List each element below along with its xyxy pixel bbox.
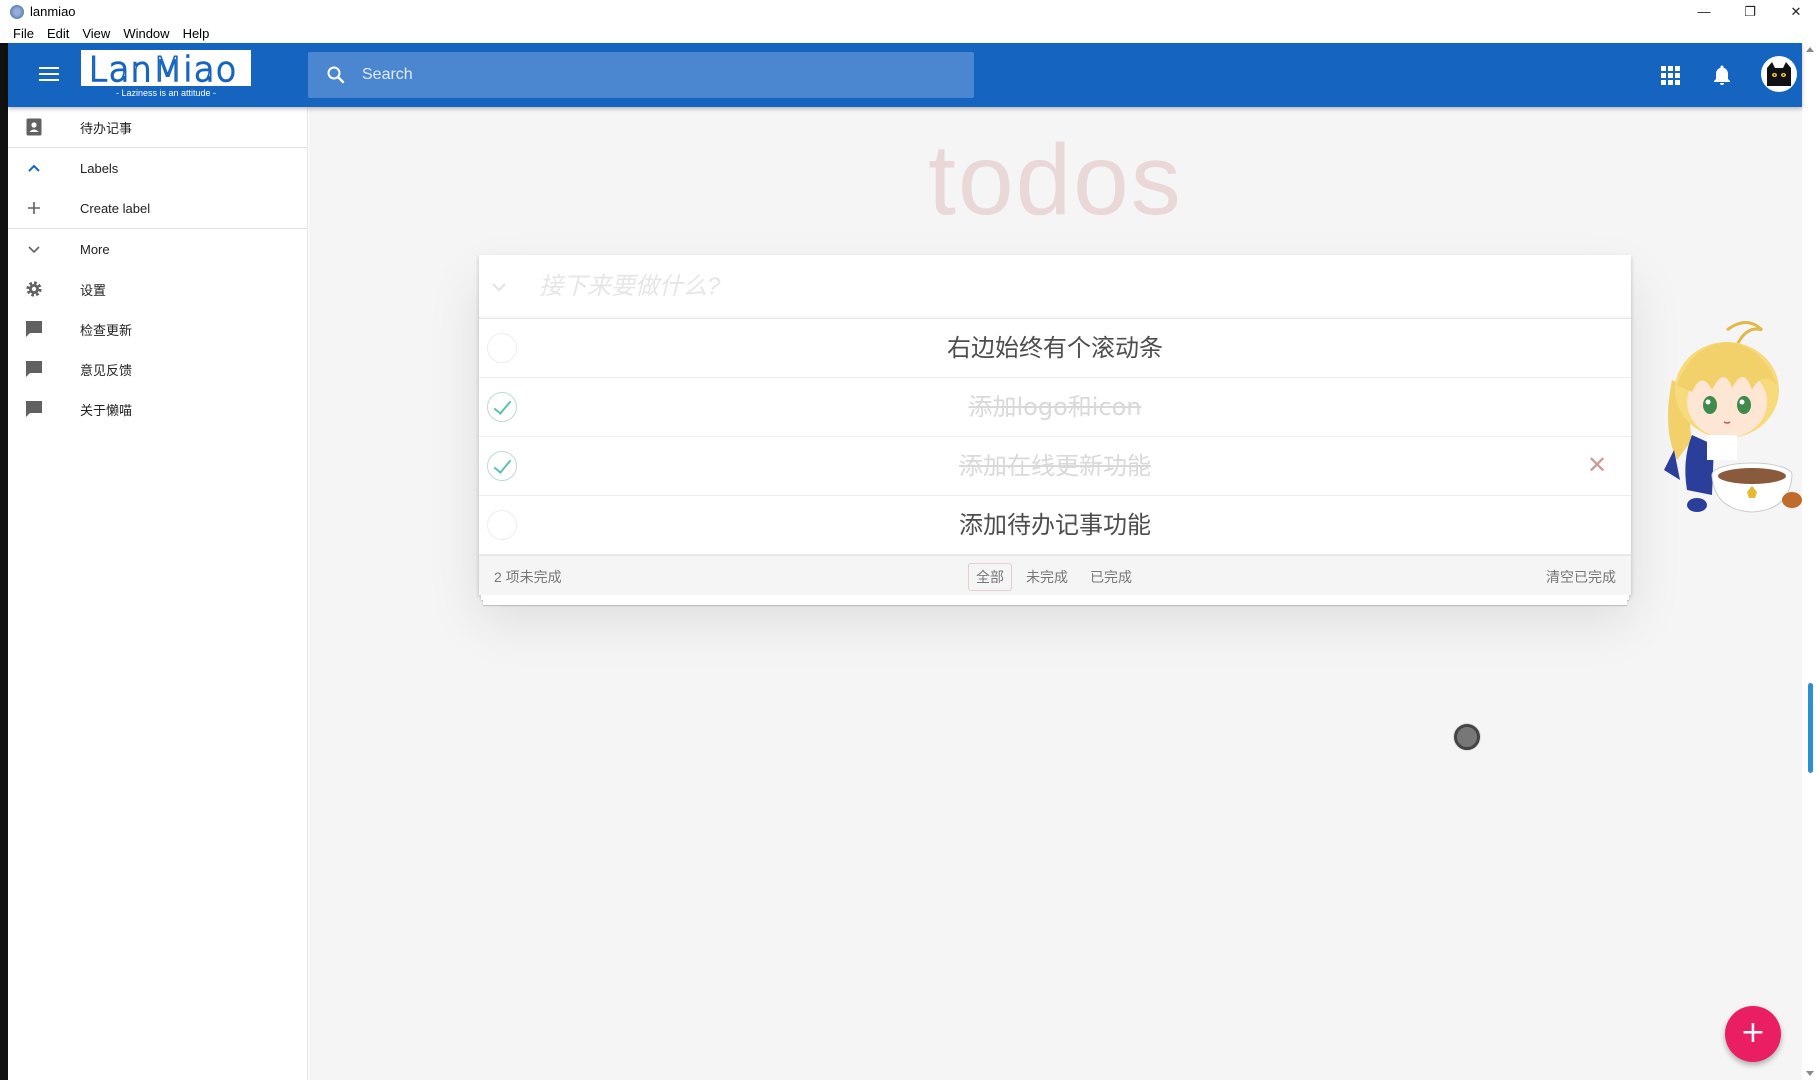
gear-icon bbox=[26, 281, 42, 297]
window-titlebar: lanmiao — ❐ ✕ bbox=[0, 0, 1819, 23]
hamburger-icon[interactable] bbox=[38, 63, 60, 85]
window-title: lanmiao bbox=[30, 4, 76, 19]
cat-avatar-icon bbox=[1767, 62, 1791, 86]
todo-label: 添加logo和icon bbox=[968, 393, 1142, 421]
sidebar-item-label: 检查更新 bbox=[80, 322, 133, 338]
toggle-all-chevron-icon[interactable] bbox=[487, 275, 511, 299]
delete-todo-button[interactable]: ✕ bbox=[1585, 454, 1609, 478]
sidebar: 待办记事 Labels Create label More 设置 检查更新 意见… bbox=[8, 107, 308, 1080]
app-header: LanMiao - Laziness is an attitude - bbox=[8, 43, 1802, 107]
comment-icon bbox=[26, 401, 42, 417]
sidebar-item-create-label[interactable]: Create label bbox=[8, 188, 307, 228]
contact-card-icon bbox=[26, 118, 42, 136]
logo: LanMiao - Laziness is an attitude - bbox=[81, 50, 251, 102]
filter-group: 全部 未完成 已完成 bbox=[965, 563, 1143, 591]
mascot-illustration bbox=[1664, 321, 1802, 513]
menu-view[interactable]: View bbox=[76, 26, 116, 41]
todo-label: 右边始终有个滚动条 bbox=[947, 334, 1163, 362]
todo-label: 添加待办记事功能 bbox=[959, 511, 1151, 539]
new-todo-input[interactable] bbox=[539, 255, 1619, 319]
todo-label: 添加在线更新功能 bbox=[959, 452, 1151, 480]
menu-window[interactable]: Window bbox=[117, 26, 175, 41]
sidebar-item-more[interactable]: More bbox=[8, 229, 307, 269]
app-icon bbox=[10, 4, 24, 19]
chevron-up-icon bbox=[28, 164, 40, 172]
search-input[interactable] bbox=[362, 66, 922, 84]
menu-help[interactable]: Help bbox=[177, 26, 216, 41]
sidebar-item-label: 意见反馈 bbox=[80, 362, 133, 378]
todo-app: 右边始终有个滚动条 添加logo和icon 添加在线更新功能 ✕ 添加待办记事功… bbox=[479, 255, 1631, 605]
sidebar-item-todos[interactable]: 待办记事 bbox=[8, 107, 307, 147]
scroll-down-arrow-icon[interactable] bbox=[1806, 1071, 1814, 1076]
restore-button[interactable]: ❐ bbox=[1727, 0, 1773, 23]
search-bar[interactable] bbox=[308, 52, 974, 98]
paper-stack-shadow bbox=[483, 600, 1627, 605]
add-todo-fab-button[interactable]: + bbox=[1725, 1006, 1781, 1062]
todo-item[interactable]: 添加logo和icon bbox=[479, 378, 1631, 437]
sidebar-item-feedback[interactable]: 意见反馈 bbox=[8, 349, 307, 389]
scroll-thumb[interactable] bbox=[1808, 683, 1813, 773]
comment-icon bbox=[26, 361, 42, 377]
sidebar-item-label: 设置 bbox=[80, 282, 107, 298]
sidebar-item-about[interactable]: 关于懒喵 bbox=[8, 389, 307, 429]
sidebar-item-label: 关于懒喵 bbox=[80, 402, 133, 418]
menubar: File Edit View Window Help bbox=[0, 23, 1819, 43]
filter-completed[interactable]: 已完成 bbox=[1082, 563, 1140, 591]
todo-footer: 2 项未完成 全部 未完成 已完成 清空已完成 bbox=[479, 555, 1631, 605]
desktop-background bbox=[0, 43, 8, 1080]
sidebar-item-label: 待办记事 bbox=[80, 120, 133, 136]
todo-item[interactable]: 添加在线更新功能 ✕ bbox=[479, 437, 1631, 496]
bell-icon[interactable] bbox=[1710, 63, 1734, 87]
sidebar-item-label: Create label bbox=[80, 200, 151, 216]
clear-completed-button[interactable]: 清空已完成 bbox=[1546, 567, 1616, 587]
filter-all[interactable]: 全部 bbox=[968, 563, 1012, 591]
sidebar-item-label: More bbox=[80, 241, 110, 257]
logo-text: LanMiao bbox=[88, 50, 238, 90]
vertical-scrollbar[interactable] bbox=[1802, 43, 1819, 1080]
chevron-down-icon bbox=[28, 246, 40, 254]
main-content: todos 右边始终有个滚动条 添加logo和icon 添加在线更新功能 ✕ 添… bbox=[309, 107, 1802, 1080]
window-controls: — ❐ ✕ bbox=[1681, 0, 1819, 23]
sidebar-item-settings[interactable]: 设置 bbox=[8, 269, 307, 309]
sidebar-item-check-update[interactable]: 检查更新 bbox=[8, 309, 307, 349]
menu-file[interactable]: File bbox=[7, 26, 40, 41]
close-window-button[interactable]: ✕ bbox=[1773, 0, 1819, 23]
apps-grid-icon[interactable] bbox=[1658, 63, 1682, 87]
new-todo-row bbox=[479, 255, 1631, 319]
sidebar-item-label: Labels bbox=[80, 160, 119, 176]
todo-item[interactable]: 添加待办记事功能 bbox=[479, 496, 1631, 555]
account-avatar[interactable] bbox=[1761, 56, 1797, 92]
filter-active[interactable]: 未完成 bbox=[1018, 563, 1076, 591]
scroll-up-arrow-icon[interactable] bbox=[1806, 47, 1814, 52]
search-icon bbox=[327, 66, 345, 84]
todo-count: 2 项未完成 bbox=[494, 569, 562, 585]
menu-edit[interactable]: Edit bbox=[41, 26, 75, 41]
logo-tagline: - Laziness is an attitude - bbox=[115, 88, 217, 98]
todo-item[interactable]: 右边始终有个滚动条 bbox=[479, 319, 1631, 378]
sidebar-item-labels[interactable]: Labels bbox=[8, 148, 307, 188]
plus-icon bbox=[28, 202, 40, 214]
mouse-cursor bbox=[1454, 724, 1480, 750]
minimize-button[interactable]: — bbox=[1681, 0, 1727, 23]
comment-icon bbox=[26, 321, 42, 337]
page-title: todos bbox=[928, 124, 1183, 236]
